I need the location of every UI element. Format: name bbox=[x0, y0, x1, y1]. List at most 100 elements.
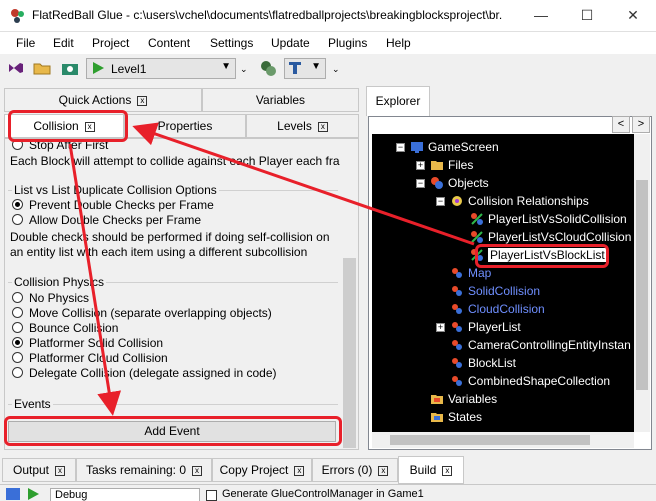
radio-move-collision[interactable] bbox=[12, 307, 23, 318]
menu-file[interactable]: File bbox=[16, 36, 35, 50]
collapse-icon[interactable]: − bbox=[396, 143, 405, 152]
close-button[interactable]: ✕ bbox=[610, 0, 656, 30]
menu-plugins[interactable]: Plugins bbox=[328, 36, 367, 50]
close-icon[interactable]: x bbox=[317, 121, 328, 132]
platformer-cloud-label: Platformer Cloud Collision bbox=[29, 351, 168, 365]
window-title: FlatRedBall Glue - c:\users\vchel\docume… bbox=[32, 8, 502, 22]
tree-node-label: BlockList bbox=[468, 356, 517, 370]
play-icon[interactable] bbox=[26, 488, 40, 500]
each-block-text: Each Block will attempt to collide again… bbox=[10, 154, 340, 168]
tab-copy-project-label: Copy Project bbox=[219, 463, 289, 477]
tab-quick-actions[interactable]: Quick Actions x bbox=[4, 88, 202, 112]
maximize-button[interactable]: ☐ bbox=[564, 0, 610, 30]
level-select[interactable]: Level1 ▼ bbox=[86, 58, 236, 79]
tree-node-label: Variables bbox=[448, 392, 498, 406]
build-icon[interactable] bbox=[6, 488, 20, 500]
close-icon[interactable]: x bbox=[137, 95, 148, 106]
tab-build[interactable]: Build x bbox=[398, 456, 464, 484]
tree-node-label: SolidCollision bbox=[468, 284, 541, 298]
radio-prevent-double[interactable] bbox=[12, 199, 23, 210]
screen-icon bbox=[411, 142, 423, 153]
level-select-value: Level1 bbox=[111, 62, 147, 76]
radio-platformer-solid[interactable] bbox=[12, 337, 23, 348]
visual-studio-icon[interactable] bbox=[6, 58, 26, 78]
tool-dropdown[interactable]: ▼ bbox=[284, 58, 326, 79]
build-config-select[interactable]: Debug bbox=[50, 488, 200, 501]
tree-node-label: Map bbox=[468, 266, 492, 280]
tab-tasks-label: Tasks remaining: 0 bbox=[85, 463, 187, 477]
explorer-hscroll-thumb[interactable] bbox=[390, 435, 590, 445]
object-icon bbox=[452, 268, 462, 278]
double-check-help-1: Double checks should be performed if doi… bbox=[10, 230, 330, 244]
tree-node-label: CameraControllingEntityInstan bbox=[468, 338, 631, 352]
radio-delegate-collision[interactable] bbox=[12, 367, 23, 378]
delegate-collision-label: Delegate Collision (delegate assigned in… bbox=[29, 366, 277, 380]
menu-content[interactable]: Content bbox=[148, 36, 190, 50]
object-icon bbox=[452, 322, 462, 332]
object-icon bbox=[452, 304, 462, 314]
highlight-collision-tab bbox=[8, 110, 128, 142]
collapse-icon[interactable]: − bbox=[416, 179, 425, 188]
radio-bounce-collision[interactable] bbox=[12, 322, 23, 333]
tab-explorer[interactable]: Explorer bbox=[366, 86, 430, 116]
close-icon[interactable]: x bbox=[442, 465, 453, 476]
explorer-scroll-thumb[interactable] bbox=[636, 180, 648, 390]
left-scrollbar[interactable] bbox=[343, 258, 356, 448]
overflow-icon[interactable]: ⌄ bbox=[240, 64, 248, 75]
tab-errors-label: Errors (0) bbox=[321, 463, 373, 477]
tree-node-label: GameScreen bbox=[428, 140, 499, 154]
events-title: Events bbox=[12, 397, 53, 411]
expand-icon[interactable]: + bbox=[416, 161, 425, 170]
close-icon[interactable]: x bbox=[192, 465, 203, 476]
expand-icon[interactable]: + bbox=[436, 323, 445, 332]
minimize-button[interactable]: — bbox=[518, 0, 564, 30]
folder-icon[interactable] bbox=[32, 58, 52, 78]
tree-node-label: CloudCollision bbox=[468, 302, 545, 316]
highlight-add-event bbox=[4, 416, 342, 446]
tab-errors[interactable]: Errors (0) x bbox=[312, 458, 398, 482]
tree-node-label: PlayerListVsCloudCollision bbox=[488, 230, 632, 244]
tab-properties-label: Properties bbox=[157, 119, 213, 133]
radio-no-physics[interactable] bbox=[12, 292, 23, 303]
radio-platformer-cloud[interactable] bbox=[12, 352, 23, 363]
no-physics-label: No Physics bbox=[29, 291, 90, 305]
tab-variables-label: Variables bbox=[255, 93, 306, 107]
object-icon bbox=[452, 358, 462, 368]
object-icon bbox=[452, 286, 462, 296]
menu-project[interactable]: Project bbox=[92, 36, 129, 50]
collision-icon bbox=[471, 231, 483, 243]
menu-settings[interactable]: Settings bbox=[210, 36, 253, 50]
build-bar: Debug Generate GlueControlManager in Gam… bbox=[0, 484, 656, 501]
tab-levels[interactable]: Levels x bbox=[246, 114, 359, 138]
tab-output[interactable]: Output x bbox=[2, 458, 76, 482]
scroll-left-button[interactable]: < bbox=[612, 116, 630, 133]
explorer-tree: − GameScreen + Files − Objects − Collisi… bbox=[372, 134, 634, 448]
menu-help[interactable]: Help bbox=[386, 36, 411, 50]
highlight-blocklist-node bbox=[475, 244, 609, 268]
close-icon[interactable]: x bbox=[294, 465, 305, 476]
tree-node-label: States bbox=[448, 410, 483, 424]
tab-copy-project[interactable]: Copy Project x bbox=[212, 458, 312, 482]
close-icon[interactable]: x bbox=[378, 465, 389, 476]
overflow-icon[interactable]: ⌄ bbox=[332, 64, 340, 75]
tab-properties[interactable]: Properties bbox=[124, 114, 246, 138]
radio-allow-double[interactable] bbox=[12, 214, 23, 225]
states-icon bbox=[431, 413, 443, 422]
tab-variables[interactable]: Variables bbox=[202, 88, 359, 112]
collapse-icon[interactable]: − bbox=[436, 197, 445, 206]
explorer-hscrollbar[interactable] bbox=[372, 432, 634, 448]
close-icon[interactable]: x bbox=[55, 465, 66, 476]
menu-update[interactable]: Update bbox=[271, 36, 310, 50]
menu-edit[interactable]: Edit bbox=[53, 36, 74, 50]
generate-glue-checkbox[interactable] bbox=[206, 490, 217, 501]
glue-icon[interactable] bbox=[258, 58, 278, 78]
move-collision-label: Move Collision (separate overlapping obj… bbox=[29, 306, 272, 320]
explorer-vscrollbar[interactable] bbox=[634, 134, 650, 432]
tab-tasks[interactable]: Tasks remaining: 0 x bbox=[76, 458, 212, 482]
camera-icon[interactable] bbox=[60, 58, 80, 78]
scroll-right-button[interactable]: > bbox=[632, 116, 650, 133]
play-icon bbox=[93, 62, 104, 74]
glue-app-icon bbox=[11, 9, 24, 23]
bottom-tabs: Output x Tasks remaining: 0 x Copy Project… bbox=[0, 456, 656, 484]
tab-build-label: Build bbox=[409, 463, 437, 477]
